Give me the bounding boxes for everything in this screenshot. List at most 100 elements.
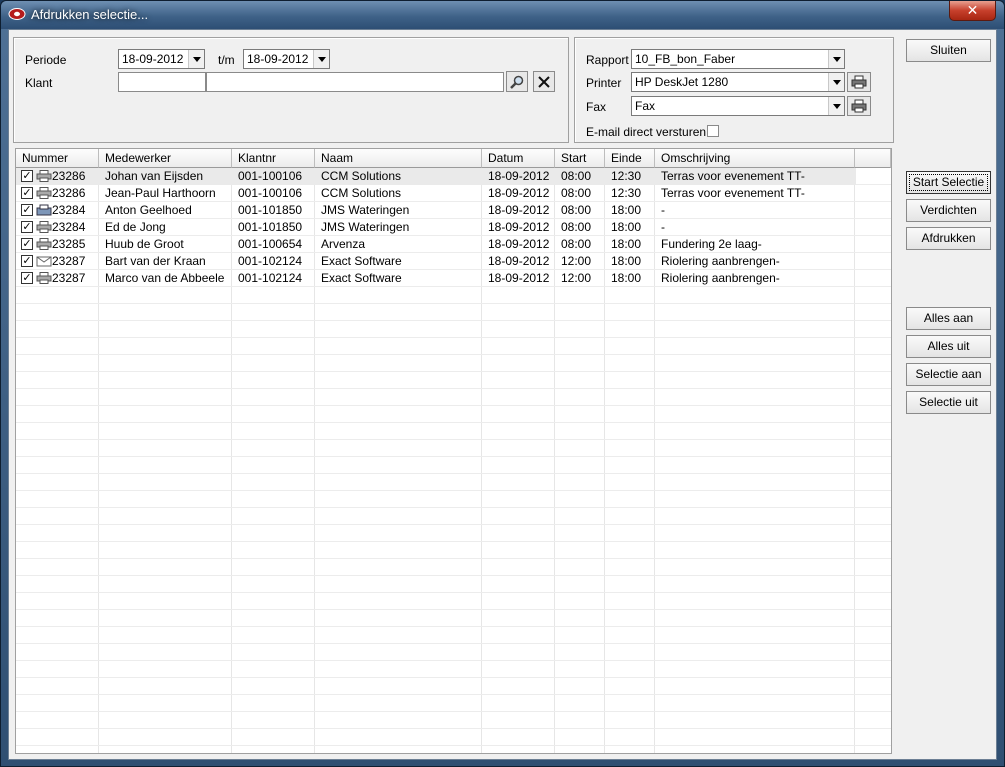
periode-from-dropdown[interactable]: 18-09-2012: [118, 49, 205, 69]
col-nummer-cell: 23284: [52, 220, 86, 234]
alles-aan-button[interactable]: Alles aan: [906, 307, 991, 330]
search-icon: [510, 75, 524, 89]
fax-label: Fax: [586, 100, 607, 114]
grid-row-divider: [16, 541, 891, 542]
results-grid-body: Nummer Medewerker Klantnr Naam Datum Start Ein…: [16, 149, 891, 753]
col-omschrijving-cell: Riolering aanbrengen-: [661, 271, 780, 285]
printer-value: HP DeskJet 1280: [635, 75, 729, 89]
col-klantnr-cell: 001-102124: [238, 271, 303, 285]
chevron-down-icon[interactable]: [188, 50, 204, 68]
chevron-down-icon[interactable]: [828, 97, 844, 115]
col-medewerker-cell: Bart van der Kraan: [105, 254, 206, 268]
selectie-aan-button[interactable]: Selectie aan: [906, 363, 991, 386]
col-einde-cell: 18:00: [611, 237, 642, 251]
printer-setup-button[interactable]: [847, 72, 871, 92]
grid-row-divider: [16, 303, 891, 304]
klant-label: Klant: [25, 76, 53, 90]
col-klantnr-cell: 001-102124: [238, 254, 303, 268]
grid-row-divider: [16, 354, 891, 355]
chevron-down-icon[interactable]: [828, 73, 844, 91]
fax-dropdown[interactable]: Fax: [631, 96, 845, 116]
col-start-header[interactable]: Start: [555, 149, 605, 168]
window-close-button[interactable]: ✕: [949, 1, 996, 21]
col-nummer-cell: 23286: [52, 169, 86, 183]
results-grid[interactable]: Nummer Medewerker Klantnr Naam Datum Start Ein…: [15, 148, 892, 754]
klant-name-input[interactable]: [206, 72, 504, 92]
grid-row-divider: [16, 473, 891, 474]
col-medewerker-cell: Ed de Jong: [105, 220, 166, 234]
clear-button[interactable]: [533, 71, 555, 92]
alles-uit-button[interactable]: Alles uit: [906, 335, 991, 358]
col-medewerker-cell: Anton Geelhoed: [105, 203, 192, 217]
klant-code-input[interactable]: [118, 72, 206, 92]
sluiten-button[interactable]: Sluiten: [906, 39, 991, 62]
grid-row-divider: [16, 320, 891, 321]
title-bar[interactable]: Afdrukken selectie... ✕: [1, 1, 1004, 29]
rapport-label: Rapport: [586, 53, 629, 67]
start-selectie-button[interactable]: Start Selectie: [906, 171, 991, 194]
selectie-uit-button[interactable]: Selectie uit: [906, 391, 991, 414]
printer-dropdown[interactable]: HP DeskJet 1280: [631, 72, 845, 92]
col-naam-cell: CCM Solutions: [321, 186, 402, 200]
fax-setup-button[interactable]: [847, 96, 871, 116]
grid-row-divider: [16, 524, 891, 525]
grid-row-divider: [16, 643, 891, 644]
col-medewerker-header[interactable]: Medewerker: [99, 149, 232, 168]
col-einde-cell: 18:00: [611, 254, 642, 268]
output-group: Rapport 10_FB_bon_Faber Printer HP DeskJ…: [574, 37, 894, 143]
col-medewerker-cell: Marco van de Abbeele: [105, 271, 225, 285]
chevron-down-icon[interactable]: [828, 50, 844, 68]
col-naam-cell: Exact Software: [321, 271, 402, 285]
col-start-cell: 12:00: [561, 271, 592, 285]
grid-row-divider: [16, 405, 891, 406]
col-start-cell: 08:00: [561, 186, 592, 200]
grid-row-divider: [16, 456, 891, 457]
col-omschrijving-cell: Riolering aanbrengen-: [661, 254, 780, 268]
grid-row-divider: [16, 337, 891, 338]
col-nummer-header[interactable]: Nummer: [16, 149, 99, 168]
filter-group: Periode 18-09-2012 t/m 18-09-2012 Klant: [13, 37, 569, 143]
grid-row-divider: [16, 711, 891, 712]
search-button[interactable]: [506, 71, 528, 92]
col-klantnr-cell: 001-100654: [238, 237, 303, 251]
afdrukken-button[interactable]: Afdrukken: [906, 227, 991, 250]
col-naam-cell: Arvenza: [321, 237, 366, 251]
grid-row-divider: [16, 575, 891, 576]
grid-row-divider: [16, 507, 891, 508]
verdichten-button[interactable]: Verdichten: [906, 199, 991, 222]
col-klantnr-cell: 001-101850: [238, 220, 303, 234]
grid-row-divider: [16, 626, 891, 627]
col-naam-header[interactable]: Naam: [315, 149, 482, 168]
periode-label: Periode: [25, 53, 67, 67]
col-nummer-cell: 23284: [52, 203, 86, 217]
col-einde-cell: 18:00: [611, 203, 642, 217]
header-filler: [855, 149, 891, 168]
email-direct-label: E-mail direct versturen: [586, 125, 707, 139]
col-einde-cell: 18:00: [611, 271, 642, 285]
col-einde-cell: 18:00: [611, 220, 642, 234]
col-einde-header[interactable]: Einde: [605, 149, 655, 168]
col-nummer-cell: 23287: [52, 254, 86, 268]
tm-label: t/m: [218, 53, 235, 67]
col-datum-cell: 18-09-2012: [488, 271, 550, 285]
col-klantnr-cell: 001-101850: [238, 203, 303, 217]
col-klantnr-header[interactable]: Klantnr: [232, 149, 315, 168]
grid-row-divider: [16, 660, 891, 661]
col-omschrijving-header[interactable]: Omschrijving: [655, 149, 855, 168]
col-datum-cell: 18-09-2012: [488, 203, 550, 217]
col-datum-header[interactable]: Datum: [482, 149, 555, 168]
col-start-cell: 08:00: [561, 169, 592, 183]
periode-to-dropdown[interactable]: 18-09-2012: [243, 49, 330, 69]
col-start-cell: 08:00: [561, 203, 592, 217]
printer-icon: [851, 99, 867, 113]
col-naam-cell: JMS Wateringen: [321, 220, 410, 234]
col-naam-cell: CCM Solutions: [321, 169, 402, 183]
chevron-down-icon[interactable]: [313, 50, 329, 68]
col-klantnr-cell: 001-100106: [238, 169, 303, 183]
email-direct-checkbox[interactable]: [707, 125, 719, 137]
col-datum-cell: 18-09-2012: [488, 220, 550, 234]
dialog-client-area: Periode 18-09-2012 t/m 18-09-2012 Klant: [8, 29, 997, 760]
rapport-dropdown[interactable]: 10_FB_bon_Faber: [631, 49, 845, 69]
grid-row-divider: [16, 592, 891, 593]
dialog-window: Afdrukken selectie... ✕ Periode 18-09-20…: [0, 0, 1005, 767]
